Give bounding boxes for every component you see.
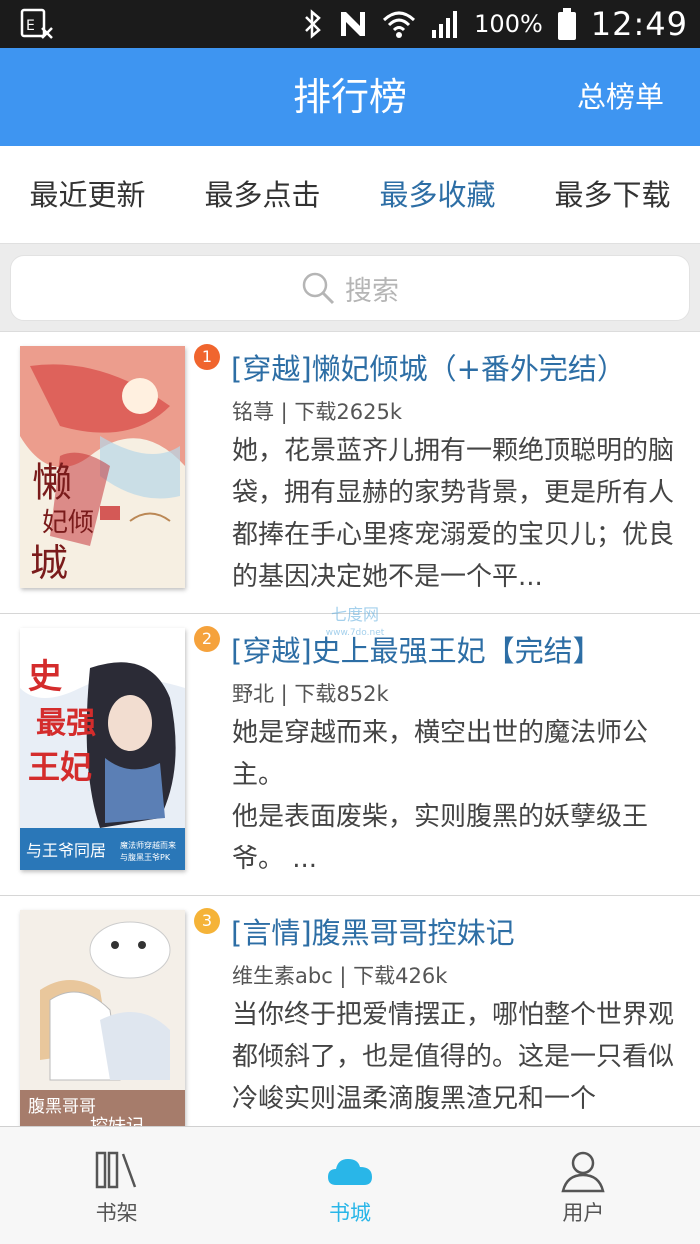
total-ranking-button[interactable]: 总榜单 (577, 48, 664, 146)
svg-text:与腹黑王爷PK: 与腹黑王爷PK (120, 852, 171, 862)
search-area: 搜索 (0, 244, 700, 332)
app-header: 排行榜 总榜单 (0, 48, 700, 146)
nfc-icon (341, 12, 366, 36)
book-description: 当你终于把爱情摆正，哪怕整个世界观都倾斜了，也是值得的。这是一只看似冷峻实则温柔… (232, 1000, 675, 1114)
nav-user-label: 用户 (562, 1201, 605, 1225)
clock: 12:49 (590, 5, 688, 43)
book-description: 她是穿越而来，横空出世的魔法师公主。 他是表面废柴，实则腹黑的妖孽级王爷。 ..… (232, 718, 649, 874)
book-cover[interactable]: 腹黑哥哥 控妹记 维生素ABC (20, 910, 185, 1152)
book-meta: 野北 | 下载852k (232, 682, 389, 706)
signal-icon (432, 11, 458, 38)
book-meta: 维生素abc | 下载426k (232, 964, 448, 988)
bottom-nav: 书架 书城 用户 (0, 1126, 700, 1244)
book-cover[interactable]: 史 最强 王妃 与王爷同居 魔法师穿越而来 与腹黑王爷PK (20, 628, 185, 870)
battery-icon (557, 8, 576, 40)
svg-text:城: 城 (30, 541, 68, 585)
list-item[interactable]: 史 最强 王妃 与王爷同居 魔法师穿越而来 与腹黑王爷PK 2 [穿越]史上最强… (0, 614, 700, 896)
svg-text:妃倾: 妃倾 (42, 508, 94, 538)
ranking-tabs: 最近更新 最多点击 最多收藏 最多下载 (0, 146, 700, 244)
status-bar: E 100% 12:49 (0, 0, 700, 48)
svg-text:腹黑哥哥: 腹黑哥哥 (28, 1097, 96, 1117)
svg-text:最强: 最强 (36, 706, 96, 741)
rank-badge: 3 (194, 908, 220, 934)
svg-text:王妃: 王妃 (28, 748, 92, 786)
list-item[interactable]: 懒 妃倾 城 1 [穿越]懒妃倾城（+番外完结） 铭荨 | 下载2625k 她，… (0, 332, 700, 614)
bookshelf-icon (95, 1151, 136, 1189)
rank-badge: 2 (194, 626, 220, 652)
cloud-icon (327, 1159, 372, 1185)
search-icon (302, 272, 335, 305)
nav-user[interactable]: 用户 (467, 1127, 700, 1244)
bluetooth-icon (305, 9, 321, 39)
svg-text:与王爷同居: 与王爷同居 (26, 841, 106, 860)
tab-most-clicks[interactable]: 最多点击 (175, 146, 350, 243)
watermark: 七度网 www.7do.net (325, 605, 385, 639)
nav-bookshelf[interactable]: 书架 (0, 1127, 233, 1244)
user-icon (561, 1151, 605, 1193)
book-title[interactable]: [穿越]懒妃倾城（+番外完结） (231, 346, 626, 388)
rank-badge: 1 (194, 344, 220, 370)
nav-bookshelf-label: 书架 (95, 1201, 138, 1225)
svg-text:史: 史 (28, 657, 62, 697)
search-placeholder: 搜索 (345, 275, 399, 307)
svg-text:魔法师穿越而来: 魔法师穿越而来 (120, 840, 176, 850)
tab-recent-update[interactable]: 最近更新 (0, 146, 175, 243)
book-list: 懒 妃倾 城 1 [穿越]懒妃倾城（+番外完结） 铭荨 | 下载2625k 她，… (0, 332, 700, 1178)
sim-error-icon: E (20, 8, 53, 39)
book-description: 她，花景蓝齐儿拥有一颗绝顶聪明的脑袋，拥有显赫的家势背景，更是所有人都捧在手心里… (232, 436, 675, 592)
tab-most-downloads[interactable]: 最多下载 (525, 146, 700, 243)
nav-bookstore[interactable]: 书城 (233, 1127, 466, 1244)
tab-most-favorites[interactable]: 最多收藏 (350, 146, 525, 243)
search-input[interactable]: 搜索 (10, 255, 690, 321)
book-meta: 铭荨 | 下载2625k (232, 400, 403, 424)
book-title[interactable]: [言情]腹黑哥哥控妹记 (231, 910, 515, 952)
cover-title-text: 懒 (32, 460, 72, 506)
svg-text:E: E (26, 18, 35, 34)
book-title[interactable]: [穿越]史上最强王妃【完结】 (231, 628, 602, 670)
book-cover[interactable]: 懒 妃倾 城 (20, 346, 185, 588)
wifi-icon (383, 11, 416, 38)
nav-bookstore-label: 书城 (328, 1201, 371, 1225)
battery-percent: 100% (474, 10, 543, 38)
